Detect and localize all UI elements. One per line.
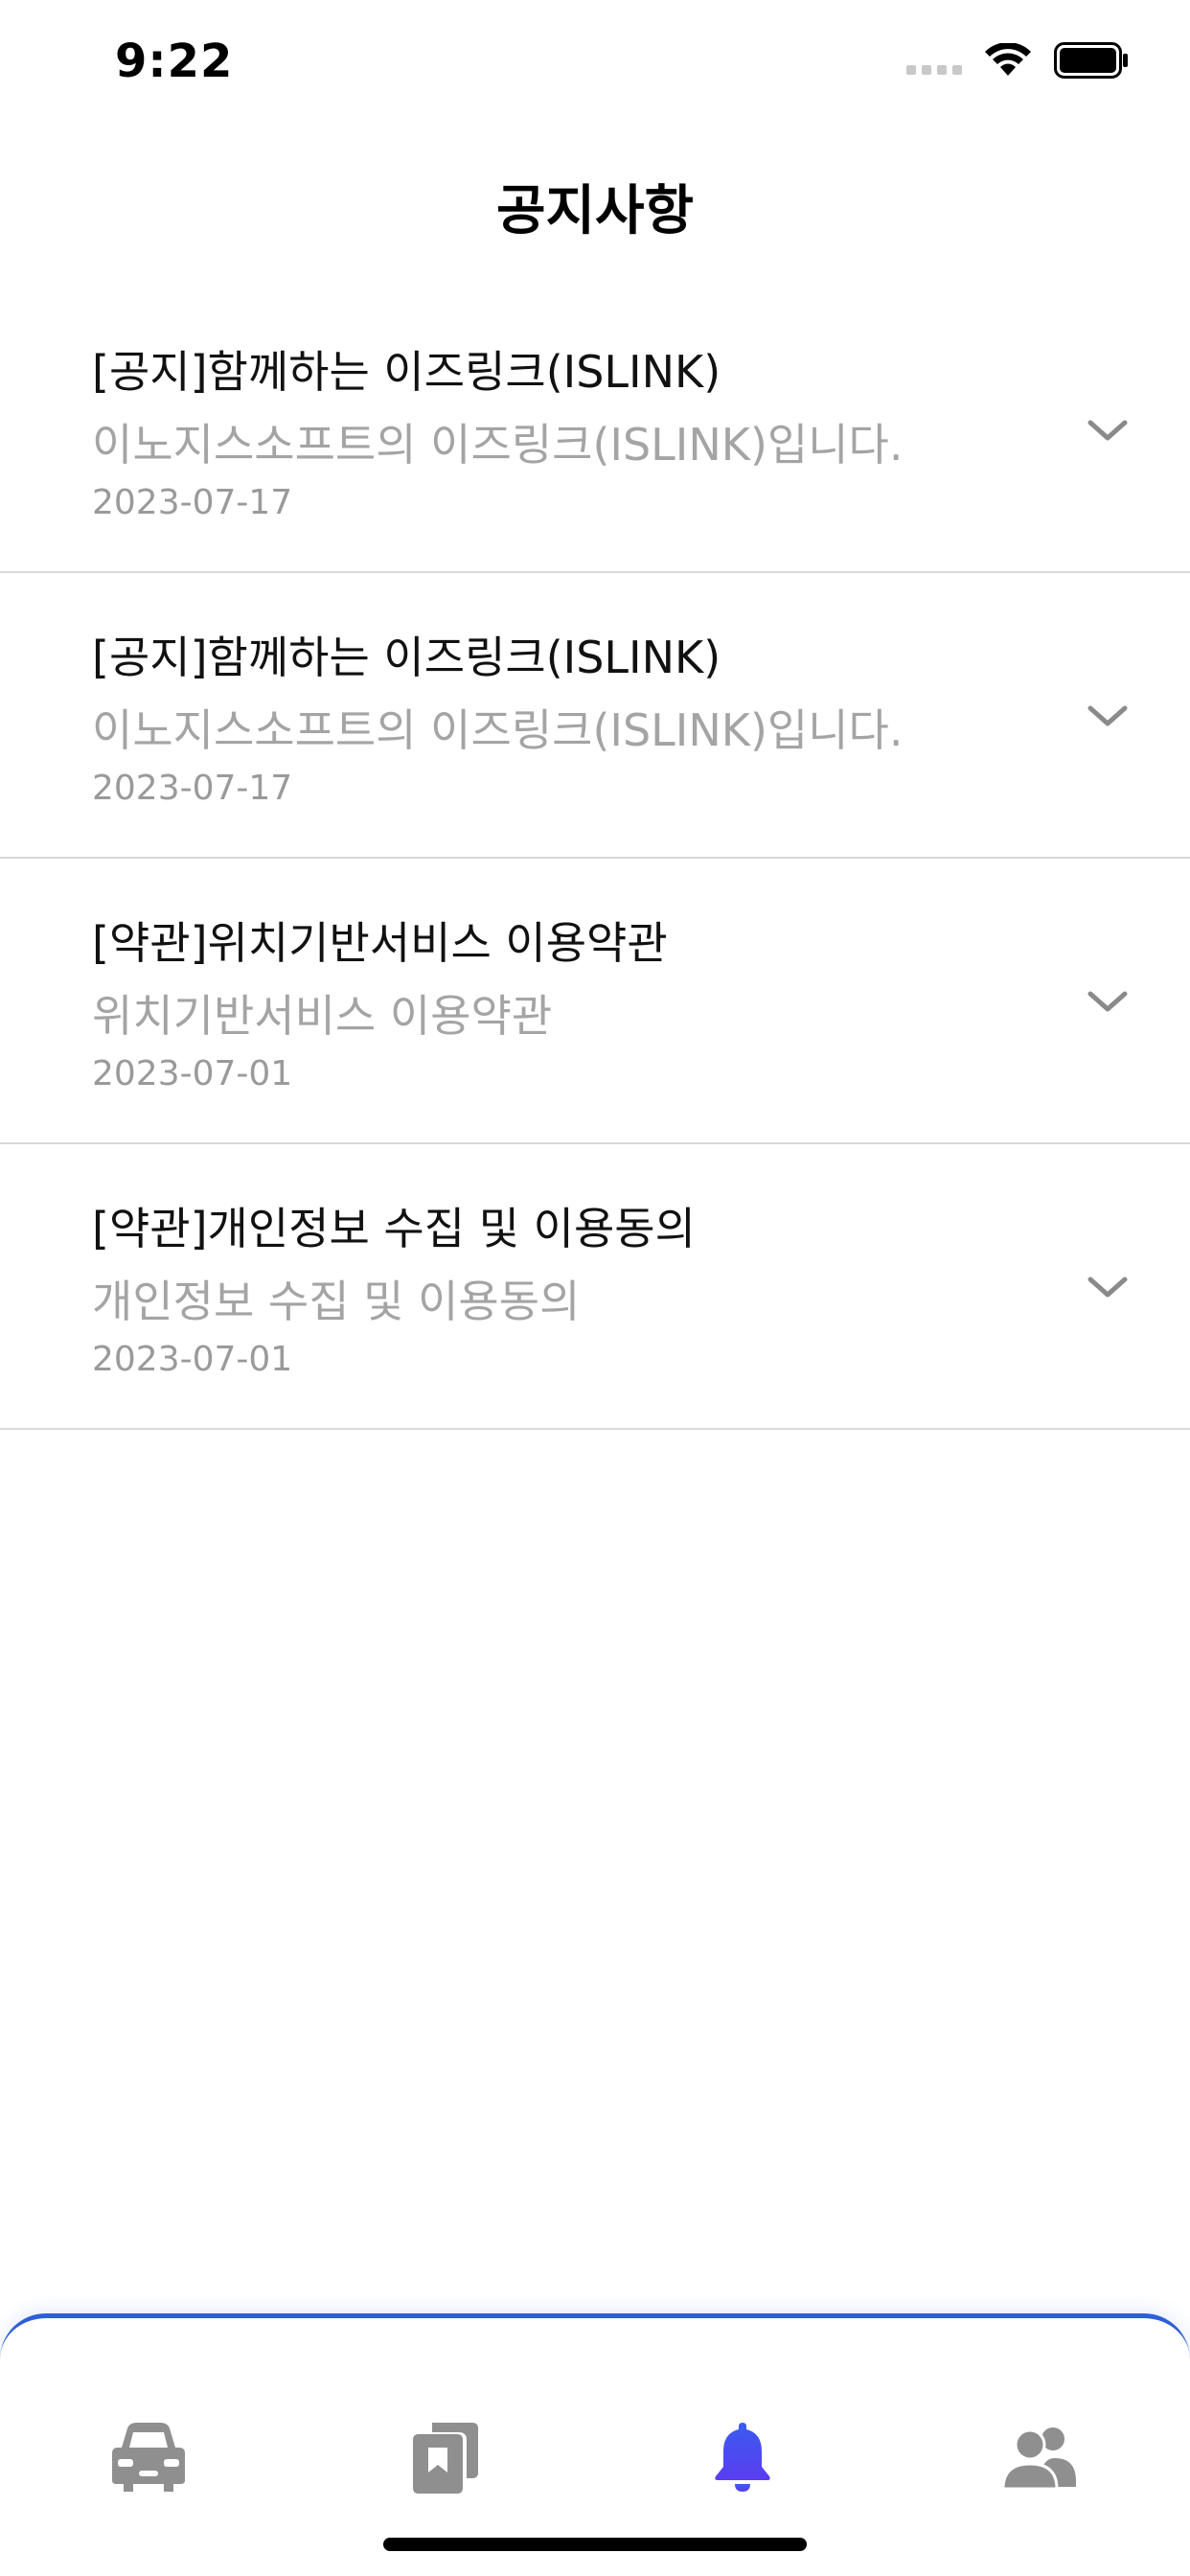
notice-item[interactable]: [공지]함께하는 이즈링크(ISLINK) 이노지스소프트의 이즈링크(ISLI… [0,573,1190,859]
tab-history[interactable] [393,2404,498,2510]
chevron-down-icon[interactable] [1083,1263,1133,1313]
chevron-down-icon[interactable] [1083,692,1133,742]
notice-date: 2023-07-01 [92,1340,293,1379]
status-time: 9:22 [115,34,234,88]
bell-icon [715,2423,770,2492]
home-indicator[interactable] [383,2538,807,2551]
notice-item[interactable]: [공지]함께하는 이즈링크(ISLINK) 이노지스소프트의 이즈링크(ISLI… [0,288,1190,573]
chevron-down-icon[interactable] [1083,406,1133,456]
tab-vehicle[interactable] [96,2404,201,2510]
tab-notifications[interactable] [690,2404,795,2510]
users-icon [1001,2427,1076,2491]
car-icon [112,2423,185,2492]
notice-item[interactable]: [약관]개인정보 수집 및 이용동의 개인정보 수집 및 이용동의 2023-0… [0,1144,1190,1430]
notice-title: [약관]위치기반서비스 이용약관 [92,917,668,969]
chevron-down-icon[interactable] [1083,978,1133,1027]
notice-date: 2023-07-17 [92,483,293,522]
notice-summary: 이노지스소프트의 이즈링크(ISLINK)입니다. [92,704,904,756]
notice-date: 2023-07-01 [92,1054,293,1093]
tab-bar [0,2313,1190,2576]
page-title: 공지사항 [495,180,695,242]
notice-summary: 위치기반서비스 이용약관 [92,990,553,1042]
notice-title: [공지]함께하는 이즈링크(ISLINK) [92,632,721,683]
notice-title: [약관]개인정보 수집 및 이용동의 [92,1203,696,1254]
bookmark-book-icon [413,2423,478,2494]
notice-title: [공지]함께하는 이즈링크(ISLINK) [92,346,721,398]
notice-summary: 이노지스소프트의 이즈링크(ISLINK)입니다. [92,419,904,471]
notice-date: 2023-07-17 [92,769,293,808]
battery-icon [1054,42,1128,79]
tab-users[interactable] [987,2404,1092,2510]
notice-item[interactable]: [약관]위치기반서비스 이용약관 위치기반서비스 이용약관 2023-07-01 [0,859,1190,1144]
notice-list: [공지]함께하는 이즈링크(ISLINK) 이노지스소프트의 이즈링크(ISLI… [0,288,1190,1430]
status-bar: 9:22 [0,0,1190,126]
notice-summary: 개인정보 수집 및 이용동의 [92,1276,581,1327]
wifi-icon [985,43,1031,76]
cellular-signal-icon [906,46,962,75]
status-icons [906,42,1129,79]
